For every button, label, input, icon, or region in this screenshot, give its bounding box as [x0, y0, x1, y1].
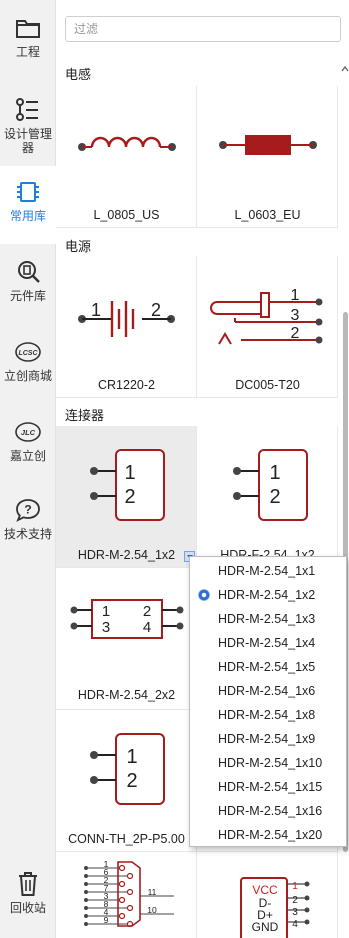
variant-option[interactable]: HDR-M-2.54_1x10	[190, 751, 346, 775]
pin-label: 1	[124, 462, 135, 484]
pin-label: 1	[292, 881, 298, 892]
variant-dropdown-menu: HDR-M-2.54_1x1 HDR-M-2.54_1x2 HDR-M-2.54…	[189, 556, 347, 847]
svg-text:LCSC: LCSC	[18, 350, 38, 357]
variant-option[interactable]: HDR-M-2.54_1x4	[190, 631, 346, 655]
variant-option[interactable]: HDR-M-2.54_1x15	[190, 775, 346, 799]
component-name: L_0805_US	[93, 208, 160, 222]
nav-label: 嘉立创	[9, 449, 46, 463]
variant-option[interactable]: HDR-M-2.54_1x3	[190, 607, 346, 631]
pin-label: 2	[292, 895, 298, 906]
svg-text:?: ?	[24, 503, 31, 517]
inductor-eu-symbol	[219, 135, 317, 155]
pin-label: 3	[102, 619, 110, 636]
usb-connector-symbol: VCC D- D+ GND 1 2 3 4	[240, 877, 310, 938]
component-card-l0805us[interactable]: L_0805_US	[56, 86, 197, 228]
component-card-hdr-m-1x2[interactable]: 1 2 HDR-M-2.54_1x2	[56, 426, 197, 568]
component-card-usb[interactable]: VCC D- D+ GND 1 2 3 4	[197, 852, 338, 938]
dsub-connector-symbol: 1 6 2 7 3 8 4 9 11 10	[84, 859, 174, 928]
lcsc-icon: LCSC	[13, 338, 43, 366]
chip-icon	[13, 178, 43, 206]
pin-label: VCC	[252, 883, 278, 897]
battery-symbol: 1 2	[78, 300, 175, 337]
nav-label: 回收站	[9, 901, 46, 915]
pin-label: GND	[252, 920, 279, 934]
inductor-symbol	[78, 136, 176, 151]
nav-design-manager[interactable]: 设计管理器	[0, 96, 56, 166]
pin-label: 1	[291, 287, 300, 304]
component-card-cr1220[interactable]: 1 2 CR1220-2	[56, 256, 197, 398]
nav-label: 工程	[15, 45, 40, 59]
nav-label: 设计管理器	[3, 127, 52, 155]
component-name: DC005-T20	[235, 378, 300, 392]
pin-label: 2	[151, 300, 161, 320]
section-title-inductor: 电感	[65, 67, 92, 82]
header-female-symbol: 1 2	[233, 449, 308, 521]
nav-common-library[interactable]: 常用库	[0, 166, 56, 244]
pin-label: 1	[126, 746, 137, 768]
component-card-conn-th-2p[interactable]: 1 2 CONN-TH_2P-P5.00	[56, 710, 197, 852]
variant-option[interactable]: HDR-M-2.54_1x9	[190, 727, 346, 751]
section-title-power: 电源	[65, 239, 92, 254]
component-card-hdr-m-2x2[interactable]: 1 2 3 4 HDR-M-2.54_2x2	[56, 568, 197, 710]
variant-option[interactable]: HDR-M-2.54_1x6	[190, 679, 346, 703]
component-name: L_0603_EU	[234, 208, 301, 222]
component-card-dc005[interactable]: 1 3 2 DC005-T20	[197, 256, 338, 398]
help-icon: ?	[13, 496, 43, 524]
variant-option[interactable]: HDR-M-2.54_1x16	[190, 799, 346, 823]
dc-jack-symbol: 1 3 2	[210, 287, 323, 345]
nav-lcsc-mall[interactable]: LCSC 立创商城	[0, 338, 56, 398]
component-card-hdr-f-1x2[interactable]: 1 2 HDR-F-2.54_1x2	[197, 426, 338, 568]
nav-recycle-bin[interactable]: 回收站	[0, 870, 56, 930]
pin-label: 2	[126, 770, 137, 792]
nav-label: 元件库	[9, 289, 46, 303]
left-nav: 工程 设计管理器 常用库 元件库 LCSC 立创商城 JLC 嘉立创 ? 技术支…	[0, 0, 56, 938]
pin-label: 11	[148, 887, 157, 897]
filter-input[interactable]	[65, 16, 341, 42]
pin-label: 1	[91, 300, 101, 320]
section-title-connector: 连接器	[65, 408, 105, 423]
trash-icon	[13, 870, 43, 898]
header-male-symbol: 1 2	[90, 449, 165, 521]
nav-label: 技术支持	[3, 527, 52, 541]
folder-icon	[13, 14, 43, 42]
component-name: HDR-M-2.54_1x2	[77, 548, 176, 562]
component-name: CR1220-2	[98, 378, 155, 392]
pin-label: 2	[124, 486, 135, 508]
nav-component-library[interactable]: 元件库	[0, 258, 56, 318]
nav-jlc[interactable]: JLC 嘉立创	[0, 418, 56, 478]
pin-label: 4	[143, 619, 151, 636]
pin-label: 9	[104, 915, 109, 925]
radio-selected-icon	[198, 589, 210, 601]
nav-project[interactable]: 工程	[0, 14, 56, 84]
nav-label: 常用库	[9, 209, 46, 223]
variant-option[interactable]: HDR-M-2.54_1x8	[190, 703, 346, 727]
variant-option[interactable]: HDR-M-2.54_1x2	[190, 583, 346, 607]
header-2x2-symbol: 1 2 3 4	[70, 599, 184, 639]
pin-label: 1	[102, 603, 110, 620]
pin-label: 2	[269, 486, 280, 508]
pin-label: 3	[291, 307, 300, 324]
scroll-up-arrow-icon[interactable]	[341, 64, 349, 74]
variant-option[interactable]: HDR-M-2.54_1x1	[190, 559, 346, 583]
pin-label: 2	[143, 603, 151, 620]
terminal-block-symbol: 1 2	[90, 733, 165, 805]
pin-label: 3	[292, 907, 298, 918]
component-name: CONN-TH_2P-P5.00	[68, 832, 185, 846]
variant-option[interactable]: HDR-M-2.54_1x20	[190, 823, 346, 847]
pin-label: 1	[269, 462, 280, 484]
component-name: HDR-M-2.54_2x2	[77, 688, 176, 702]
component-card-dsub[interactable]: 1 6 2 7 3 8 4 9 11 10	[56, 852, 197, 938]
component-card-l0603eu[interactable]: L_0603_EU	[197, 86, 338, 228]
nav-support[interactable]: ? 技术支持	[0, 496, 56, 556]
pin-label: 10	[147, 905, 157, 915]
svg-text:JLC: JLC	[21, 428, 36, 437]
pin-label: 4	[292, 919, 298, 930]
nav-label: 立创商城	[3, 369, 52, 383]
variant-option[interactable]: HDR-M-2.54_1x5	[190, 655, 346, 679]
jlc-icon: JLC	[13, 418, 43, 446]
design-manager-icon	[13, 96, 43, 124]
component-search-icon	[13, 258, 43, 286]
pin-label: 2	[291, 325, 300, 342]
